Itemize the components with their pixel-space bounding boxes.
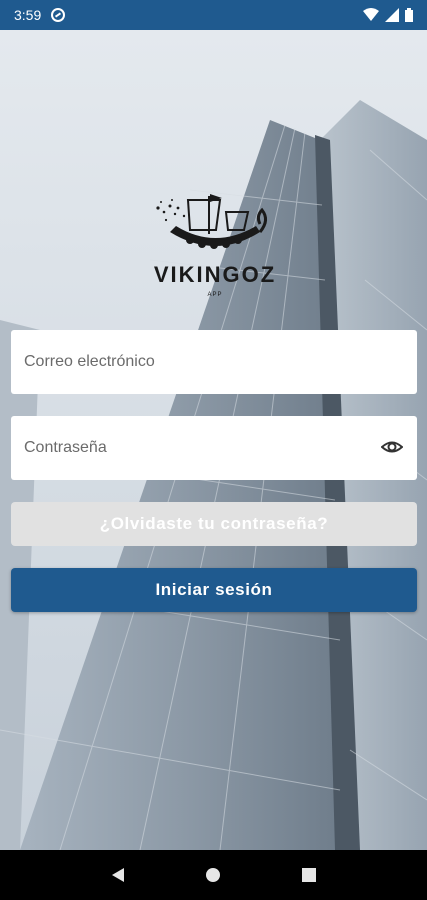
logo-title: VIKINGOZ bbox=[154, 262, 276, 287]
data-sync-icon bbox=[51, 8, 66, 22]
battery-icon bbox=[405, 8, 413, 22]
forgot-password-label: ¿Olvidaste tu contraseña? bbox=[99, 514, 329, 533]
wifi-icon bbox=[363, 8, 379, 21]
eye-icon[interactable] bbox=[381, 438, 403, 456]
vikingoz-logo: VIKINGOZ APP bbox=[130, 190, 300, 300]
viking-ship-icon: VIKINGOZ APP bbox=[154, 194, 276, 298]
email-field[interactable]: Correo electrónico bbox=[11, 330, 417, 394]
signal-icon bbox=[385, 8, 399, 22]
back-icon[interactable] bbox=[110, 867, 126, 883]
status-bar: 3:59 bbox=[0, 0, 427, 30]
recents-icon[interactable] bbox=[301, 867, 317, 883]
home-icon[interactable] bbox=[205, 867, 221, 883]
login-label: Iniciar sesión bbox=[155, 580, 273, 599]
logo-subtitle: APP bbox=[207, 292, 222, 298]
status-icons bbox=[363, 8, 413, 22]
password-placeholder: Contraseña bbox=[24, 439, 107, 456]
forgot-password-button[interactable]: ¿Olvidaste tu contraseña? bbox=[11, 502, 417, 546]
login-button[interactable]: Iniciar sesión bbox=[11, 568, 417, 612]
navigation-bar bbox=[0, 850, 427, 900]
status-time: 3:59 bbox=[14, 7, 42, 23]
email-placeholder: Correo electrónico bbox=[24, 353, 155, 370]
password-field[interactable]: Contraseña bbox=[11, 416, 417, 480]
